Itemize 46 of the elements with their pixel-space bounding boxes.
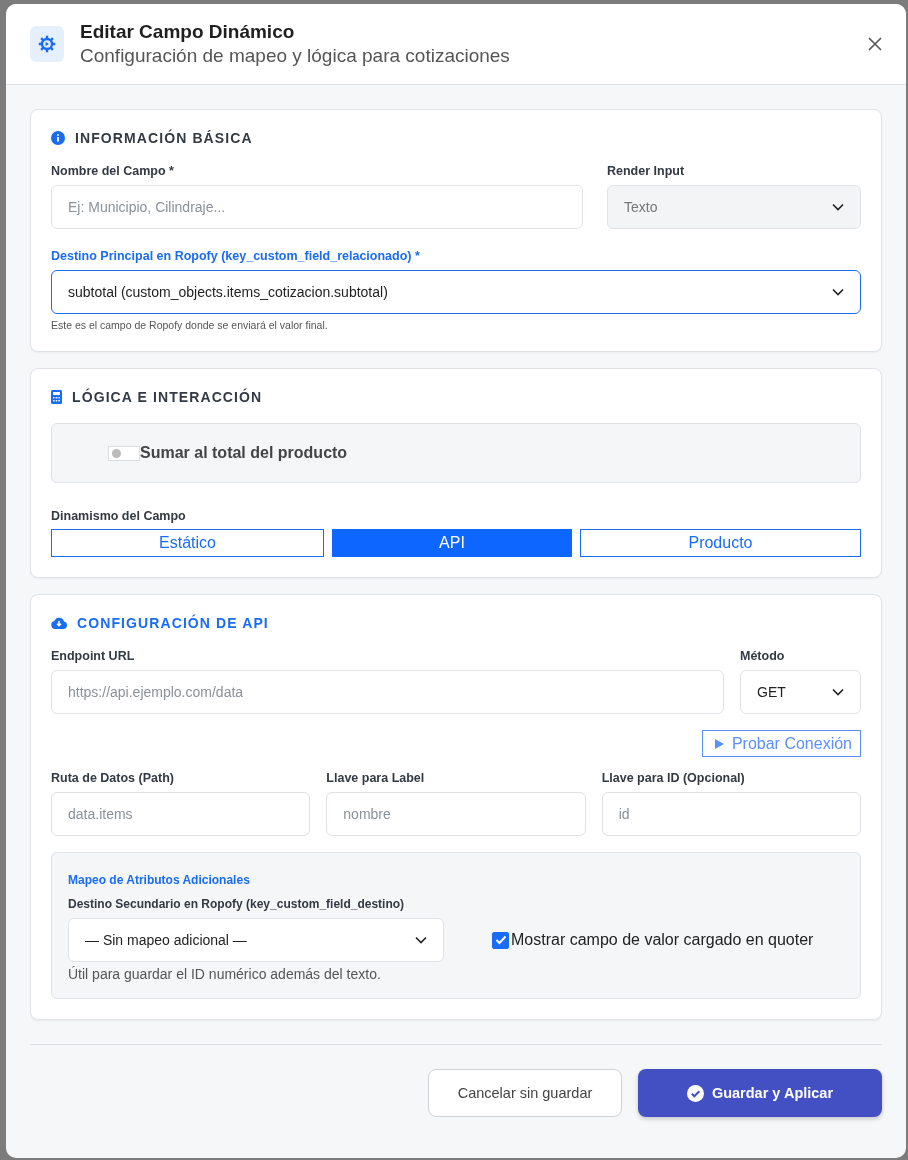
- dialog-subtitle: Configuración de mapeo y lógica para cotizaciones: [80, 44, 511, 68]
- panel-title: Mapeo de Atributos Adicionales: [68, 873, 251, 887]
- section-title: INFORMACIÓN BÁSICA: [75, 130, 253, 146]
- select-field[interactable]: subtotal (custom_objects.items_cotizacion.subtotal): [51, 270, 861, 314]
- input-field[interactable]: Ej: Municipio, Cilindraje...: [51, 185, 583, 229]
- cloud-download-icon: [51, 617, 67, 629]
- help-text: Este es el campo de Ropofy donde se enviará el valor final.: [51, 319, 329, 331]
- field-label: Endpoint URL: [51, 649, 136, 663]
- field-label: Nombre del Campo *: [51, 164, 175, 178]
- field-label: Dinamismo del Campo: [51, 509, 187, 523]
- section-title: CONFIGURACIÓN DE API: [77, 615, 269, 631]
- chevron-down-icon: [832, 288, 844, 296]
- checkbox-label: Mostrar campo de valor cargado en quoter: [511, 931, 814, 949]
- chevron-down-icon: [832, 688, 844, 696]
- toggle-label: Sumar al total del producto: [140, 444, 348, 462]
- section-title: LÓGICA E INTERACCIÓN: [72, 389, 263, 405]
- close-icon[interactable]: [868, 37, 882, 51]
- input-field[interactable]: data.items: [51, 792, 311, 836]
- input-field[interactable]: id: [601, 792, 861, 836]
- play-icon: [714, 738, 724, 749]
- info-icon: [51, 131, 65, 145]
- gear-icon: [30, 26, 64, 62]
- select-field[interactable]: — Sin mapeo adicional —: [68, 918, 444, 962]
- mode-button[interactable]: Estático: [51, 529, 324, 557]
- field-label: Render Input: [607, 164, 686, 178]
- toggle-switch[interactable]: [108, 445, 140, 461]
- checkbox[interactable]: [492, 931, 509, 949]
- field-label: Método: [740, 649, 786, 663]
- calculator-icon: [51, 390, 62, 404]
- chevron-down-icon: [832, 203, 844, 211]
- mode-button[interactable]: Producto: [580, 529, 861, 557]
- help-text: Útil para guardar el ID numérico además del texto.: [68, 966, 382, 982]
- field-label: Llave para ID (Opcional): [601, 771, 746, 785]
- input-field[interactable]: nombre: [326, 792, 586, 836]
- chevron-down-icon: [415, 936, 427, 944]
- select-field[interactable]: GET: [740, 670, 861, 714]
- dialog-title: Editar Campo Dinámico: [80, 20, 296, 44]
- field-label: Llave para Label: [326, 771, 426, 785]
- mode-button[interactable]: API: [332, 529, 572, 557]
- input-field[interactable]: https://api.ejemplo.com/data: [51, 670, 724, 714]
- check-circle-icon: [686, 1084, 704, 1102]
- field-label: Ruta de Datos (Path): [51, 771, 175, 785]
- save-button[interactable]: Guardar y Aplicar: [638, 1069, 882, 1117]
- cancel-button[interactable]: Cancelar sin guardar: [428, 1069, 622, 1117]
- field-label: Destino Secundario en Ropofy (key_custom_field_destino): [68, 897, 406, 911]
- field-label: Destino Principal en Ropofy (key_custom_field_relacionado) *: [51, 249, 421, 263]
